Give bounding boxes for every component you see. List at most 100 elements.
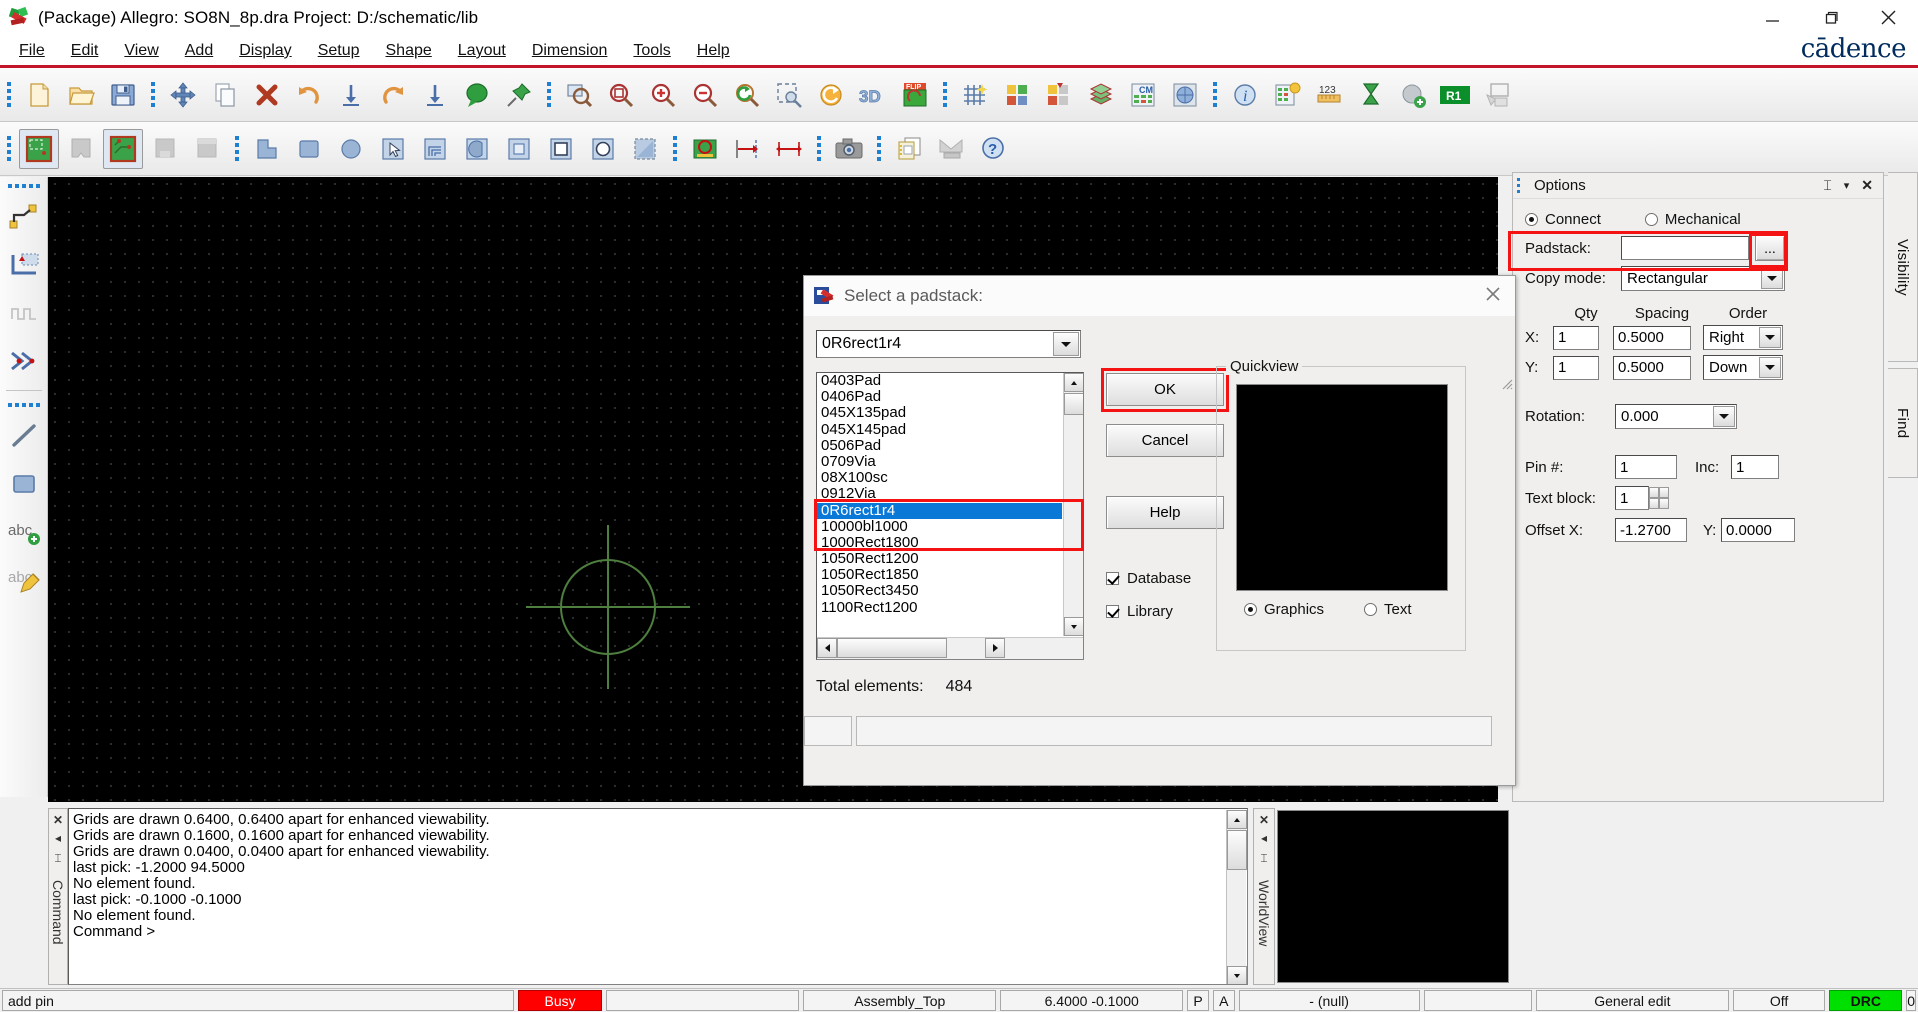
close-icon[interactable]	[1860, 0, 1918, 36]
toolbar-grip-4[interactable]	[940, 75, 950, 115]
three-d-view-icon[interactable]: 3D	[853, 75, 893, 115]
listbox-vscrollbar[interactable]	[1063, 373, 1083, 636]
offset-y-input[interactable]: 0.0000	[1721, 518, 1795, 542]
redraw-icon[interactable]	[811, 75, 851, 115]
shape-void-rect-icon[interactable]	[499, 129, 539, 169]
ok-button[interactable]: OK	[1106, 373, 1224, 406]
copy-icon[interactable]	[205, 75, 245, 115]
list-item[interactable]: 0912Via	[817, 486, 1062, 502]
property-icon[interactable]	[1267, 75, 1307, 115]
save-icon[interactable]	[103, 75, 143, 115]
qty-y-input[interactable]: 1	[1553, 355, 1599, 380]
shape-void-poly-icon[interactable]	[625, 129, 665, 169]
menu-add[interactable]: Add	[172, 39, 226, 63]
padstack-filter-combo[interactable]: 0R6rect1r4	[816, 330, 1081, 358]
text-block-input[interactable]: 1	[1615, 486, 1649, 510]
list-item[interactable]: 10000bl1000	[817, 518, 1062, 535]
minimize-icon[interactable]	[1744, 0, 1802, 36]
tab-visibility[interactable]: Visibility	[1888, 172, 1918, 362]
toolbar2-grip-3[interactable]	[670, 129, 680, 169]
zoom-points-icon[interactable]	[769, 75, 809, 115]
menu-edit[interactable]: Edit	[58, 39, 112, 63]
zoom-previous-icon[interactable]	[727, 75, 767, 115]
custom-smooth-icon[interactable]	[2, 337, 46, 385]
comment-icon[interactable]	[457, 75, 497, 115]
database-checkbox[interactable]	[1106, 572, 1119, 585]
measure-icon[interactable]: 123	[1309, 75, 1349, 115]
grid-toggle-icon[interactable]	[955, 75, 995, 115]
scroll-down-icon[interactable]	[1227, 966, 1247, 984]
toolbar2-grip-4[interactable]	[814, 129, 824, 169]
offset-x-input[interactable]: -1.2700	[1615, 518, 1687, 542]
list-item[interactable]: 0403Pad	[817, 373, 1062, 389]
constraint-manager-icon[interactable]: CM	[1123, 75, 1163, 115]
worldview-canvas[interactable]	[1277, 810, 1509, 983]
board-route-icon[interactable]	[103, 128, 143, 169]
zoom-in-icon[interactable]	[643, 75, 683, 115]
list-item[interactable]: 0406Pad	[817, 388, 1062, 405]
quickview-preview[interactable]	[1236, 384, 1448, 591]
help-button[interactable]: Help	[1106, 496, 1224, 529]
rotation-select[interactable]: 0.000	[1615, 404, 1737, 429]
scroll-right-icon[interactable]	[985, 638, 1005, 658]
subclass-icon[interactable]	[1039, 75, 1079, 115]
listbox-hscrollbar[interactable]	[817, 637, 1083, 659]
collapse-icon[interactable]: ◂	[55, 831, 61, 845]
command-console[interactable]: Grids are drawn 0.6400, 0.6400 apart for…	[68, 808, 1248, 985]
shape-void-square-icon[interactable]	[541, 129, 581, 169]
zoom-out-icon[interactable]	[685, 75, 725, 115]
menu-display[interactable]: Display	[226, 39, 304, 63]
padstack-input[interactable]	[1621, 236, 1749, 260]
show-element-icon[interactable]: i	[1225, 75, 1265, 115]
add-connect-icon[interactable]	[1393, 75, 1433, 115]
reports-icon[interactable]	[889, 129, 929, 169]
collapse-icon[interactable]: ◂	[1261, 831, 1267, 845]
chevron-down-icon[interactable]: ▾	[1844, 179, 1850, 192]
chevron-down-icon[interactable]	[1759, 327, 1781, 348]
pin-icon[interactable]: ⌶	[54, 851, 61, 866]
radio-connect[interactable]	[1525, 213, 1538, 226]
slide-icon[interactable]	[2, 241, 46, 289]
display-window-icon[interactable]	[1477, 75, 1517, 115]
flip-design-icon[interactable]: FLIP	[895, 75, 935, 115]
menu-view[interactable]: View	[111, 39, 171, 63]
scroll-up-icon[interactable]	[1064, 373, 1083, 392]
close-icon[interactable]: ✕	[1861, 177, 1873, 194]
add-line-icon[interactable]	[2, 412, 46, 460]
new-file-icon[interactable]	[19, 75, 59, 115]
shape-void-circle-icon[interactable]	[583, 129, 623, 169]
stepper-up-icon[interactable]	[1649, 487, 1669, 498]
list-item-selected[interactable]: 0R6rect1r4	[817, 502, 1062, 519]
dimension-leader-icon[interactable]	[727, 129, 767, 169]
list-item[interactable]: 0709Via	[817, 453, 1062, 470]
menu-tools[interactable]: Tools	[620, 39, 683, 63]
pin-icon[interactable]	[499, 75, 539, 115]
toolbar-grip-3[interactable]	[544, 75, 554, 115]
extract-down-icon[interactable]	[415, 75, 455, 115]
timing-icon[interactable]	[1351, 75, 1391, 115]
zoom-fit-icon[interactable]	[559, 75, 599, 115]
shape-circle-icon[interactable]	[331, 129, 371, 169]
redo-icon[interactable]	[373, 75, 413, 115]
pin-number-input[interactable]: 1	[1615, 455, 1677, 479]
resize-grip[interactable]	[1499, 376, 1513, 394]
board-empty2-icon[interactable]	[187, 129, 227, 169]
menu-dimension[interactable]: Dimension	[519, 39, 621, 63]
toolbar-grip-5[interactable]	[1210, 75, 1220, 115]
edit-text-icon[interactable]: abc	[2, 556, 46, 604]
drc-check-icon[interactable]	[685, 129, 725, 169]
tab-find[interactable]: Find	[1888, 368, 1918, 478]
toolbar2-grip-2[interactable]	[232, 129, 242, 169]
help-icon[interactable]: ?	[973, 129, 1013, 169]
order-y-select[interactable]: Down	[1703, 355, 1783, 380]
delete-icon[interactable]	[247, 75, 287, 115]
world-view-icon[interactable]	[1165, 75, 1205, 115]
shape-rect-icon[interactable]	[289, 129, 329, 169]
zoom-world-icon[interactable]	[601, 75, 641, 115]
scroll-left-icon[interactable]	[817, 638, 837, 658]
menu-file[interactable]: File	[6, 39, 58, 63]
color-view-icon[interactable]	[997, 75, 1037, 115]
board-select-icon[interactable]	[19, 128, 59, 169]
options-grip[interactable]	[1517, 178, 1527, 193]
radio-text[interactable]	[1364, 603, 1378, 616]
